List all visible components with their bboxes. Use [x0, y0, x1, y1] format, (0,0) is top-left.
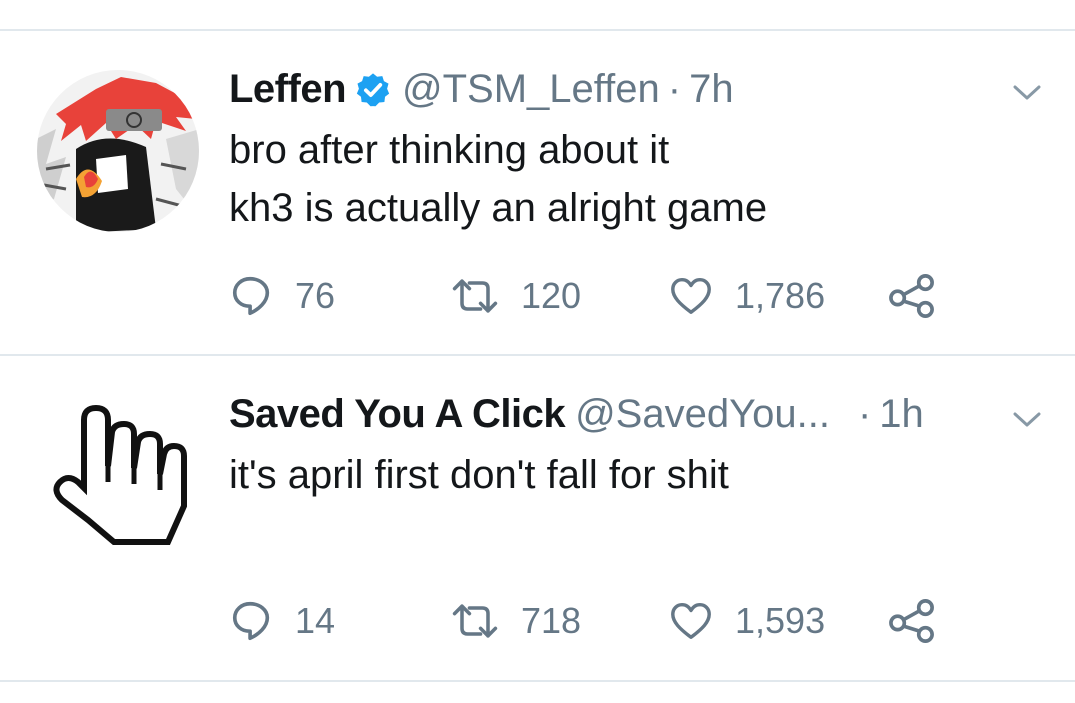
- pointing-hand-cursor-icon: [53, 404, 187, 545]
- tweet-savedyouaclick[interactable]: Saved You A Click @SavedYou... · 1h it's…: [0, 356, 1075, 680]
- tweet-text-line: kh3 is actually an alright game: [229, 186, 768, 230]
- retweet-icon: [449, 598, 501, 644]
- tweet-text: bro after thinking about it kh3 is actua…: [229, 121, 767, 237]
- handle[interactable]: @SavedYou...: [575, 392, 830, 437]
- tweet-text: it's april first don't fall for shit: [229, 446, 729, 504]
- tweet-actions: 76 120 1,786: [229, 266, 969, 326]
- like-button[interactable]: 1,786: [667, 266, 825, 326]
- share-icon: [886, 273, 938, 319]
- separator-dot: ·: [857, 392, 872, 436]
- timestamp[interactable]: 1h: [879, 392, 924, 437]
- avatar[interactable]: [44, 402, 192, 550]
- retweet-button[interactable]: 718: [449, 591, 581, 651]
- display-name[interactable]: Saved You A Click: [229, 392, 566, 437]
- reply-count: 76: [295, 275, 336, 316]
- like-icon: [667, 598, 715, 644]
- tweet-header: Leffen @TSM_Leffen · 7h: [229, 67, 734, 112]
- chevron-down-icon[interactable]: [1012, 83, 1042, 103]
- like-button[interactable]: 1,593: [667, 591, 825, 651]
- retweet-button[interactable]: 120: [449, 266, 581, 326]
- share-button[interactable]: [886, 591, 938, 651]
- share-icon: [886, 598, 938, 644]
- tweet-leffen[interactable]: Leffen @TSM_Leffen · 7h bro after thinki…: [0, 31, 1075, 354]
- reply-icon: [229, 598, 275, 644]
- like-count: 1,593: [735, 600, 826, 641]
- reply-count: 14: [295, 600, 336, 641]
- tweet-actions: 14 718 1,593: [229, 591, 969, 651]
- reply-button[interactable]: 76: [229, 266, 335, 326]
- bottom-divider: [0, 680, 1075, 682]
- retweet-icon: [449, 273, 501, 319]
- reply-button[interactable]: 14: [229, 591, 335, 651]
- tweet-header: Saved You A Click @SavedYou... · 1h: [229, 392, 924, 437]
- reply-icon: [229, 273, 275, 319]
- tweet-text-line: it's april first don't fall for shit: [229, 453, 729, 497]
- verified-badge-icon: [354, 71, 392, 109]
- retweet-count: 718: [521, 600, 582, 641]
- like-count: 1,786: [735, 275, 826, 316]
- timestamp[interactable]: 7h: [689, 67, 734, 112]
- separator-dot: ·: [667, 67, 682, 111]
- handle[interactable]: @TSM_Leffen: [402, 67, 660, 112]
- share-button[interactable]: [886, 266, 938, 326]
- chevron-down-icon[interactable]: [1012, 410, 1042, 430]
- display-name[interactable]: Leffen: [229, 67, 347, 112]
- like-icon: [667, 273, 715, 319]
- avatar[interactable]: [36, 69, 200, 233]
- tweet-text-line: bro after thinking about it: [229, 128, 670, 172]
- retweet-count: 120: [521, 275, 582, 316]
